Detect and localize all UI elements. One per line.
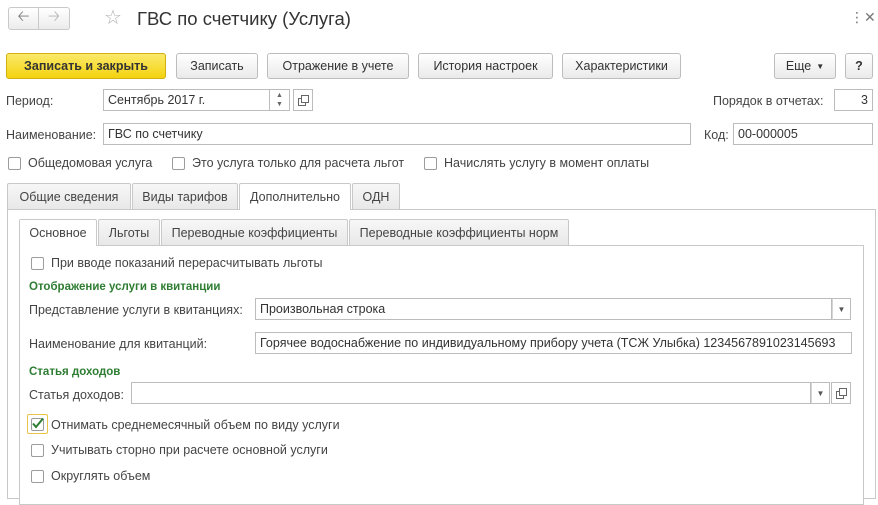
spin-down-icon[interactable]: ▼ [270,100,289,110]
income-open-button[interactable] [831,382,851,404]
period-field[interactable]: Сентябрь 2017 г. [103,89,270,111]
help-button[interactable]: ? [845,53,873,79]
chevron-down-icon: ▼ [837,304,846,314]
save-button[interactable]: Записать [176,53,258,79]
more-button[interactable]: Еще ▼ [774,53,836,79]
more-label: Еще [785,59,812,73]
income-section-title: Статья доходов [29,366,121,378]
checkmark-icon [32,417,44,429]
close-icon[interactable]: ✕ [864,10,876,24]
storno-label: Учитывать сторно при расчете основной ус… [51,443,328,457]
save-and-close-button[interactable]: Записать и закрыть [6,53,166,79]
code-field[interactable]: 00-000005 [733,123,873,145]
recalc-benefits-label: При вводе показаний перерасчитывать льго… [51,256,323,270]
common-house-label: Общедомовая услуга [28,156,153,170]
receipt-name-label: Наименование для квитанций: [29,337,208,351]
charge-on-payment-checkbox[interactable] [424,157,437,170]
period-calendar-button[interactable] [293,89,313,111]
period-label: Период: [6,94,54,108]
receipt-section-title: Отображение услуги в квитанции [29,281,221,293]
tab-additional[interactable]: Дополнительно [239,183,351,210]
arrow-right-icon: 🡢 [47,8,61,25]
receipt-name-field[interactable]: Горячее водоснабжение по индивидуальному… [255,332,852,354]
settings-history-button[interactable]: История настроек [418,53,553,79]
recalc-benefits-checkbox[interactable] [31,257,44,270]
income-field[interactable] [131,382,811,404]
subtab-benefits[interactable]: Льготы [98,219,160,245]
window-title: ГВС по счетчику (Услуга) [137,8,351,29]
open-window-icon [835,387,847,399]
arrow-left-icon: 🡠 [17,8,30,25]
tab-tariff-types[interactable]: Виды тарифов [132,183,238,209]
receipt-repr-label: Представление услуги в квитанциях: [29,303,243,317]
round-volume-checkbox[interactable] [31,470,44,483]
subtab-main[interactable]: Основное [19,219,97,246]
subtract-average-checkbox[interactable] [31,417,44,431]
order-label: Порядок в отчетах: [713,94,824,108]
receipt-repr-field[interactable]: Произвольная строка [255,298,832,320]
subtract-average-label: Отнимать среднемесячный объем по виду ус… [51,418,340,432]
characteristics-button[interactable]: Характеристики [562,53,681,79]
order-field[interactable]: 3 [834,89,873,111]
period-spinner[interactable]: ▲ ▼ [270,89,290,111]
name-label: Наименование: [6,128,97,142]
accounting-button[interactable]: Отражение в учете [267,53,409,79]
benefits-only-label: Это услуга только для расчета льгот [192,156,405,170]
benefits-only-checkbox[interactable] [172,157,185,170]
charge-on-payment-label: Начислять услугу в момент оплаты [444,156,650,170]
name-field[interactable]: ГВС по счетчику [103,123,691,145]
back-button[interactable]: 🡠 [8,7,39,30]
chevron-down-icon: ▼ [816,388,825,398]
income-dropdown[interactable]: ▼ [811,382,830,404]
forward-button[interactable]: 🡢 [39,7,70,30]
subtab-norm-coefficients[interactable]: Переводные коэффициенты норм [349,219,569,245]
storno-checkbox[interactable] [31,444,44,457]
spin-up-icon[interactable]: ▲ [270,90,289,100]
tab-general[interactable]: Общие сведения [7,183,131,209]
common-house-checkbox[interactable] [8,157,21,170]
receipt-repr-dropdown[interactable]: ▼ [832,298,851,320]
code-label: Код: [704,128,729,142]
round-volume-label: Округлять объем [51,469,151,483]
subtab-conversion-coefficients[interactable]: Переводные коэффициенты [161,219,348,245]
open-window-icon [297,94,309,106]
chevron-down-icon: ▼ [816,61,825,71]
favorite-star-icon[interactable]: ☆ [104,7,122,29]
income-label: Статья доходов: [29,388,125,402]
tab-odn[interactable]: ОДН [352,183,400,209]
menu-dots-icon[interactable]: ⋮ [850,10,864,24]
